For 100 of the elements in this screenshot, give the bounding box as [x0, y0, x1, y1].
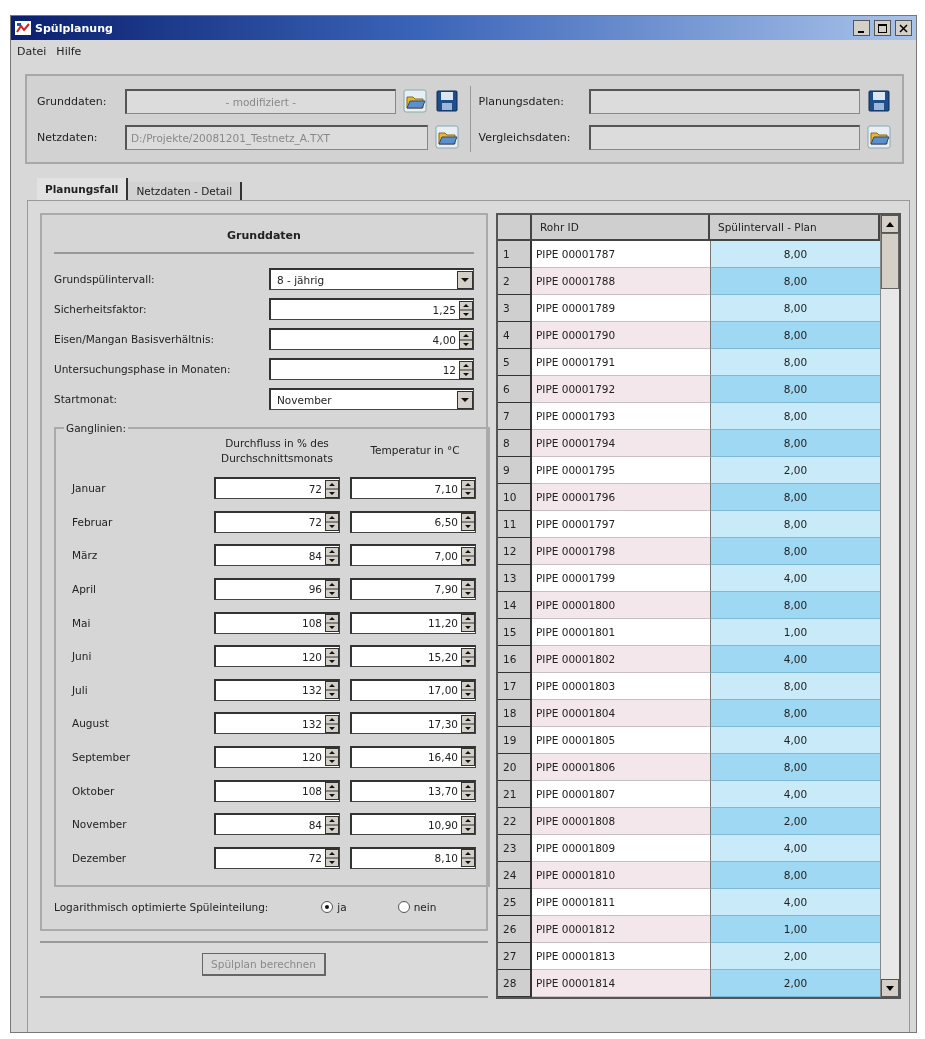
spinner-arrows-icon[interactable]: [461, 681, 475, 700]
number-field[interactable]: 12: [269, 358, 474, 380]
spinner-arrows-icon[interactable]: [325, 748, 339, 767]
spinner-arrows-icon[interactable]: [325, 513, 339, 532]
table-cell: PIPE 00001791: [532, 349, 710, 376]
number-field[interactable]: 4,00: [269, 328, 474, 350]
spinner-arrows-icon[interactable]: [461, 614, 475, 633]
spinner-arrows-icon[interactable]: [461, 748, 475, 767]
row-number: 3: [498, 295, 532, 322]
number-field[interactable]: 120: [214, 645, 340, 668]
month-label: Dezember: [71, 851, 128, 864]
number-field[interactable]: 72: [214, 846, 340, 869]
row-number: 25: [498, 889, 532, 916]
column-header[interactable]: Spülintervall - Plan: [710, 215, 880, 241]
number-field[interactable]: 7,10: [350, 477, 476, 500]
table-cell: 4,00: [710, 727, 880, 754]
table-cell: 8,00: [710, 700, 880, 727]
menu-item[interactable]: Datei: [17, 44, 47, 58]
number-field[interactable]: 15,20: [350, 645, 476, 668]
number-field[interactable]: 7,00: [350, 544, 476, 567]
minimize-icon[interactable]: [853, 20, 870, 36]
number-field[interactable]: 10,90: [350, 813, 476, 836]
row-number: 7: [498, 403, 532, 430]
table-cell: PIPE 00001787: [532, 241, 710, 268]
number-field[interactable]: 6,50: [350, 510, 476, 533]
scrollbar[interactable]: [880, 215, 899, 997]
scroll-thumb[interactable]: [881, 233, 899, 289]
spinner-arrows-icon[interactable]: [325, 614, 339, 633]
open-folder-icon[interactable]: [433, 124, 460, 150]
spinner-arrows-icon[interactable]: [325, 782, 339, 800]
number-field[interactable]: 84: [214, 544, 340, 567]
spinner-arrows-icon[interactable]: [461, 647, 475, 666]
spinner-arrows-icon[interactable]: [459, 360, 473, 379]
row-number: 15: [498, 619, 532, 646]
spinner-arrows-icon[interactable]: [461, 714, 475, 733]
dropdown-field[interactable]: 8 - jährig: [269, 268, 474, 290]
field-label: Startmonat:: [54, 393, 119, 405]
dropdown-field[interactable]: November: [269, 388, 474, 410]
radio-button[interactable]: nein: [397, 900, 474, 913]
spinner-arrows-icon[interactable]: [325, 681, 339, 700]
column-header[interactable]: Rohr ID: [532, 215, 710, 241]
table-cell: 8,00: [710, 862, 880, 889]
number-field[interactable]: 7,90: [350, 577, 476, 600]
number-field[interactable]: 84: [214, 813, 340, 836]
number-field[interactable]: 108: [214, 779, 340, 802]
table-cell: 8,00: [710, 241, 880, 268]
open-folder-icon[interactable]: [401, 88, 428, 114]
spinner-arrows-icon[interactable]: [325, 849, 339, 868]
spinner-arrows-icon[interactable]: [325, 580, 339, 599]
open-folder-icon[interactable]: [866, 124, 892, 150]
number-field[interactable]: 96: [214, 577, 340, 600]
number-field[interactable]: 132: [214, 712, 340, 735]
spinner-arrows-icon[interactable]: [325, 647, 339, 666]
spinner-arrows-icon[interactable]: [459, 300, 473, 319]
number-field[interactable]: 17,00: [350, 678, 476, 701]
field-label: Grundspülintervall:: [54, 273, 156, 285]
spinner-arrows-icon[interactable]: [459, 330, 473, 349]
number-field[interactable]: 120: [214, 745, 340, 768]
number-field[interactable]: 17,30: [350, 712, 476, 735]
tab[interactable]: Planungsfall: [37, 178, 129, 200]
spinner-arrows-icon[interactable]: [325, 815, 339, 834]
field-label: Planungsdaten:: [478, 94, 566, 108]
table-cell: PIPE 00001809: [532, 835, 710, 862]
field-label: Netzdaten:: [37, 130, 99, 144]
number-field[interactable]: 72: [214, 510, 340, 533]
scroll-down-icon[interactable]: [886, 985, 894, 991]
spinner-arrows-icon[interactable]: [325, 714, 339, 733]
menu-item[interactable]: Hilfe: [56, 44, 82, 58]
file-path-field[interactable]: [588, 124, 860, 150]
close-icon[interactable]: [895, 20, 912, 36]
table-cell: PIPE 00001805: [532, 727, 710, 754]
window-title: Spülplanung: [35, 21, 114, 35]
table-cell: 1,00: [710, 916, 880, 943]
table-cell: 4,00: [710, 889, 880, 916]
number-field[interactable]: 16,40: [350, 745, 476, 768]
spinner-arrows-icon[interactable]: [325, 479, 339, 498]
row-number: 1: [498, 241, 532, 268]
spinner-arrows-icon[interactable]: [461, 815, 475, 834]
spinner-arrows-icon[interactable]: [325, 546, 339, 565]
spinner-arrows-icon[interactable]: [461, 479, 475, 498]
number-field[interactable]: 11,20: [350, 611, 476, 634]
maximize-icon[interactable]: [874, 20, 891, 36]
number-field[interactable]: 13,70: [350, 779, 476, 802]
spinner-arrows-icon[interactable]: [461, 546, 475, 565]
month-label: Januar: [70, 482, 107, 495]
spinner-arrows-icon[interactable]: [461, 513, 475, 532]
spinner-arrows-icon[interactable]: [461, 580, 475, 599]
scroll-up-icon[interactable]: [886, 221, 894, 227]
field-label: Eisen/Mangan Basisverhältnis:: [54, 333, 215, 345]
tab[interactable]: Netzdaten - Detail: [128, 182, 243, 200]
spinner-arrows-icon[interactable]: [461, 849, 475, 868]
number-field[interactable]: 72: [214, 477, 340, 500]
spinner-arrows-icon[interactable]: [461, 782, 475, 800]
number-field[interactable]: 132: [214, 678, 340, 701]
month-label: Februar: [71, 515, 114, 528]
number-field[interactable]: 8,10: [350, 846, 476, 869]
file-path-field[interactable]: [588, 88, 860, 114]
number-field[interactable]: 1,25: [269, 298, 474, 320]
number-field[interactable]: 108: [214, 611, 340, 634]
radio-button[interactable]: ja: [321, 900, 398, 913]
